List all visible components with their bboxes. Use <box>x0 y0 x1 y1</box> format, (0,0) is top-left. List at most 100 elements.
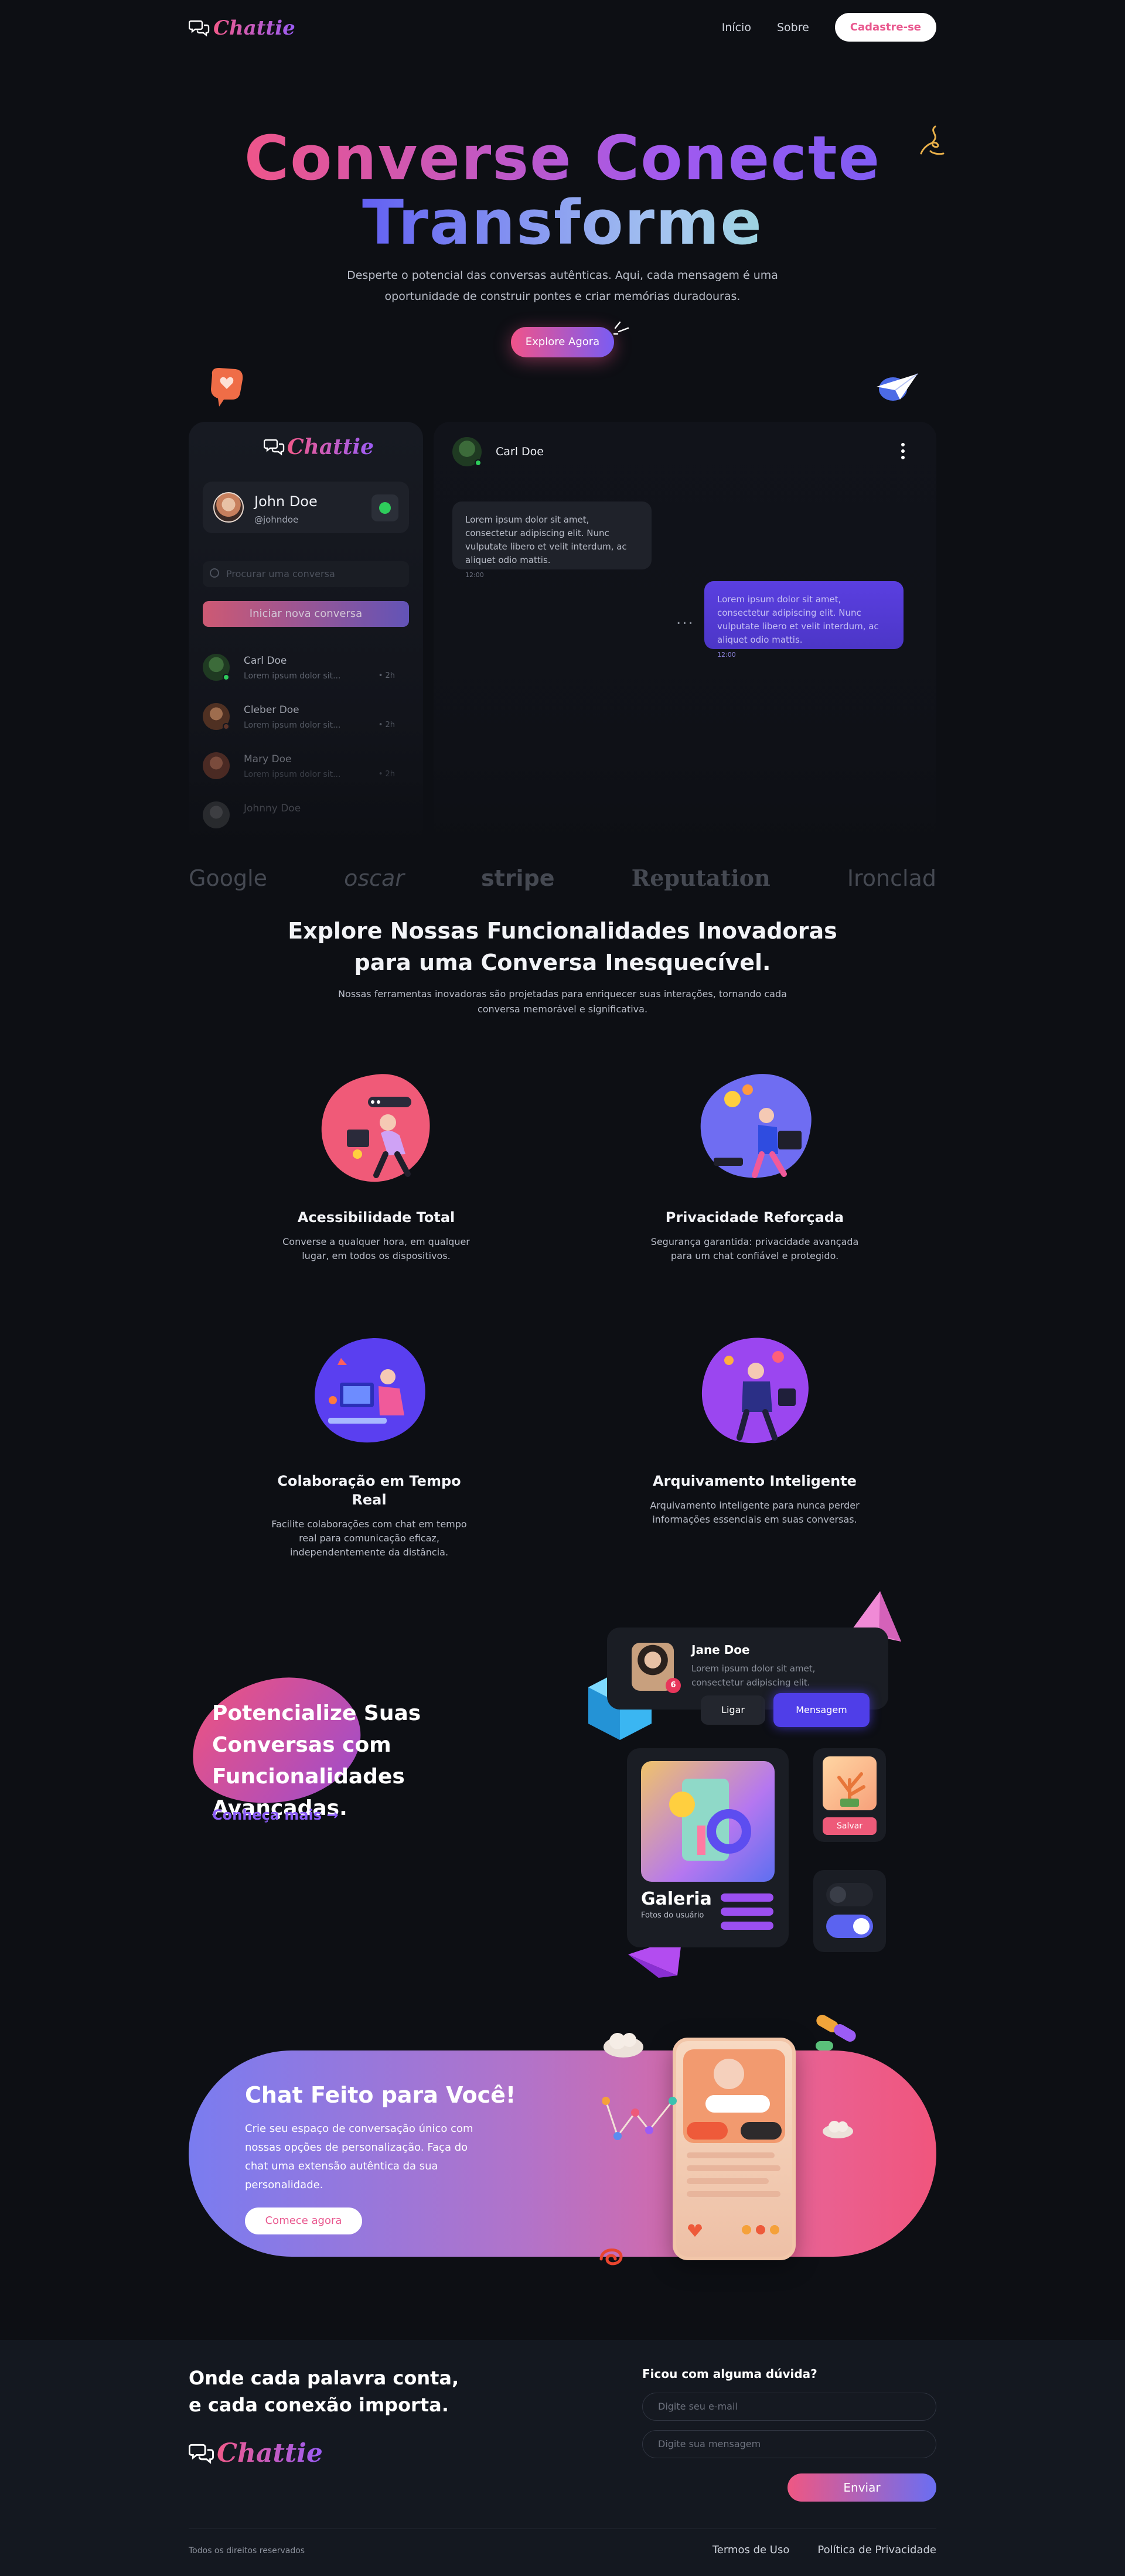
features-title: Explore Nossas Funcionalidades Inovadora… <box>0 915 1125 978</box>
email-field[interactable]: Digite seu e-mail <box>642 2393 936 2421</box>
conversation-item[interactable]: Carl Doe Lorem ipsum dolor sit... • 2h <box>203 648 409 689</box>
brand-logos: Google oscar stripe Reputation Ironclad <box>189 865 936 891</box>
toggle-on[interactable] <box>826 1915 873 1938</box>
footer-links: Termos de Uso Política de Privacidade <box>712 2544 936 2556</box>
start-now-button[interactable]: Comece agora <box>245 2207 362 2234</box>
footer-logo[interactable]: Chattie <box>189 2438 323 2468</box>
gallery-card[interactable]: Galeria Fotos do usuário <box>627 1748 789 1947</box>
sparkle-icon <box>613 321 629 335</box>
user-handle: @johndoe <box>254 514 299 525</box>
search-icon <box>210 568 219 578</box>
terms-link[interactable]: Termos de Uso <box>712 2544 790 2556</box>
gallery-bar <box>721 1922 773 1930</box>
feature-card: Arquivamento Inteligente Arquivamento in… <box>649 1330 860 1527</box>
feature-card: Acessibilidade Total Converse a qualquer… <box>271 1066 482 1263</box>
conversation-name: Johnny Doe <box>244 803 301 814</box>
feature-text: Segurança garantida: privacidade avançad… <box>650 1236 859 1261</box>
contact-question: Ficou com alguma dúvida? <box>642 2367 817 2381</box>
message-button[interactable]: Mensagem <box>773 1693 870 1727</box>
brand-google: Google <box>189 865 268 891</box>
chart-line-icon <box>602 2097 677 2140</box>
conversation-name: Mary Doe <box>244 753 292 765</box>
message-field[interactable]: Digite sua mensagem <box>642 2430 936 2458</box>
brand-stripe: stripe <box>481 865 555 891</box>
contact-name: Jane Doe <box>691 1643 750 1657</box>
accessibility-illustration <box>321 1074 430 1182</box>
gallery-image <box>641 1761 775 1882</box>
archive-illustration <box>701 1338 809 1444</box>
avatar <box>203 752 230 779</box>
brand-reputation: Reputation <box>631 865 771 891</box>
features-subtitle: Nossas ferramentas inovadoras são projet… <box>338 988 787 1015</box>
privacy-link[interactable]: Política de Privacidade <box>817 2544 936 2556</box>
hero-subtitle: Desperte o potencial das conversas autên… <box>347 269 778 303</box>
gallery-subtitle: Fotos do usuário <box>641 1911 704 1920</box>
hero-title-line2: Transforme <box>0 187 1125 258</box>
brand-oscar: oscar <box>344 865 404 891</box>
pill-decoration-icon <box>816 2015 856 2050</box>
online-icon <box>223 674 230 681</box>
conversation-item[interactable]: Johnny Doe <box>203 796 409 837</box>
conversation-item[interactable]: Mary Doe Lorem ipsum dolor sit... • 2h <box>203 746 409 787</box>
feature-title: Colaboração em Tempo Real <box>277 1473 461 1508</box>
cloud-icon <box>604 2033 643 2058</box>
hero-title-line1: Converse Conecte <box>0 123 1125 193</box>
conversation-preview: Lorem ipsum dolor sit... <box>244 770 341 779</box>
explore-button[interactable]: Explore Agora <box>511 327 614 357</box>
footer-title-line2: e cada conexão importa. <box>189 2394 449 2416</box>
send-button[interactable]: Enviar <box>788 2473 936 2502</box>
nav-sobre[interactable]: Sobre <box>777 21 809 34</box>
logo[interactable]: Chattie <box>189 16 295 40</box>
unread-badge: 6 <box>666 1678 681 1693</box>
cta-title: Chat Feito para Você! <box>245 2082 516 2108</box>
cta-banner: Chat Feito para Você! Crie seu espaço de… <box>189 2050 936 2257</box>
online-icon <box>223 723 230 730</box>
feature-title: Privacidade Reforçada <box>665 1209 844 1226</box>
chat-bubbles-icon <box>264 439 285 456</box>
conversation-name: Cleber Doe <box>244 704 299 716</box>
sidebar-logo: Chattie <box>264 435 374 459</box>
avatar <box>213 492 244 523</box>
feature-card: Privacidade Reforçada Segurança garantid… <box>649 1066 860 1263</box>
chat-bubbles-icon <box>189 20 210 37</box>
feature-text: Arquivamento inteligente para nunca perd… <box>650 1500 860 1525</box>
gallery-bar <box>721 1908 773 1916</box>
privacy-illustration <box>700 1074 812 1178</box>
profile-phone-icon <box>683 2049 785 2237</box>
toggle-off[interactable] <box>826 1883 873 1906</box>
toggle-card <box>813 1870 886 1952</box>
footer-title: Onde cada palavra conta, e cada conexão … <box>189 2365 459 2418</box>
save-card: Salvar <box>813 1748 886 1842</box>
footer-title-line1: Onde cada palavra conta, <box>189 2367 459 2389</box>
message-received: Lorem ipsum dolor sit amet, consectetur … <box>452 501 652 579</box>
user-card[interactable]: John Doe @johndoe <box>203 482 409 533</box>
feature-title: Arquivamento Inteligente <box>653 1473 857 1489</box>
start-conversation-button[interactable]: Iniciar nova conversa <box>203 601 409 627</box>
collaboration-illustration <box>315 1338 425 1443</box>
contact-name: Carl Doe <box>496 445 544 458</box>
feature-text: Facilite colaborações com chat em tempo … <box>271 1519 467 1558</box>
more-options-icon[interactable] <box>901 443 906 460</box>
conversation-item[interactable]: Cleber Doe Lorem ipsum dolor sit... • 2h <box>203 697 409 738</box>
learn-more-link[interactable]: Conheça mais → <box>212 1807 339 1823</box>
cloud-small-icon <box>823 2121 853 2138</box>
call-button[interactable]: Ligar <box>701 1695 765 1725</box>
typing-indicator: ... <box>676 610 694 628</box>
online-status-icon <box>379 502 391 514</box>
page: Chattie Início Sobre Cadastre-se Convers… <box>0 0 1125 2576</box>
message-text: Lorem ipsum dolor sit amet, consectetur … <box>465 514 627 565</box>
feature-card: Colaboração em Tempo Real Facilite colab… <box>264 1330 475 1560</box>
message-sent: Lorem ipsum dolor sit amet, consectetur … <box>704 581 904 658</box>
signup-button[interactable]: Cadastre-se <box>834 13 936 42</box>
conversation-preview: Lorem ipsum dolor sit... <box>244 671 341 681</box>
user-name: John Doe <box>254 493 318 510</box>
conversation-search-input[interactable]: Procurar uma conversa <box>203 561 409 587</box>
status-toggle[interactable] <box>371 494 398 521</box>
save-button[interactable]: Salvar <box>823 1817 877 1835</box>
chat-window: Carl Doe Lorem ipsum dolor sit amet, con… <box>434 422 936 844</box>
contact-message: Lorem ipsum dolor sit amet, consectetur … <box>691 1663 816 1688</box>
message-text: Lorem ipsum dolor sit amet, consectetur … <box>717 594 879 645</box>
chat-bubbles-icon <box>189 2444 214 2464</box>
nav-inicio[interactable]: Início <box>722 21 751 34</box>
gallery-title: Galeria <box>641 1889 712 1909</box>
